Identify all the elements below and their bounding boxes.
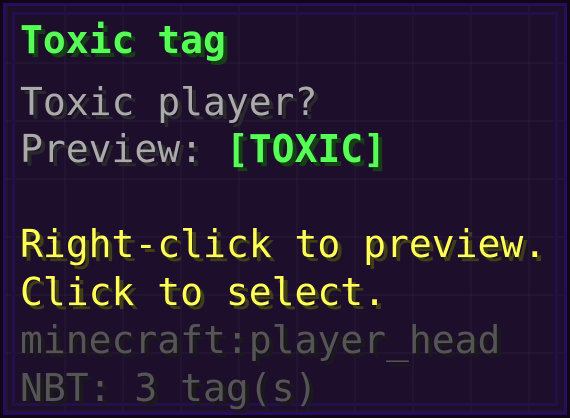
tooltip-title: Toxic tag: [20, 18, 226, 62]
hint-right-click: Right-click to preview.: [20, 222, 547, 266]
tooltip-preview-line: Preview: [TOXIC]: [20, 127, 386, 171]
tooltip-question: Toxic player?: [20, 80, 318, 124]
item-tooltip: Toxic tag Toxic player? Preview: [TOXIC]…: [0, 0, 570, 418]
hint-click: Click to select.: [20, 270, 387, 314]
nbt-count: NBT: 3 tag(s): [20, 366, 318, 410]
preview-tag: [TOXIC]: [225, 127, 387, 171]
item-id: minecraft:player_head: [20, 318, 501, 362]
preview-label: Preview:: [20, 127, 226, 171]
